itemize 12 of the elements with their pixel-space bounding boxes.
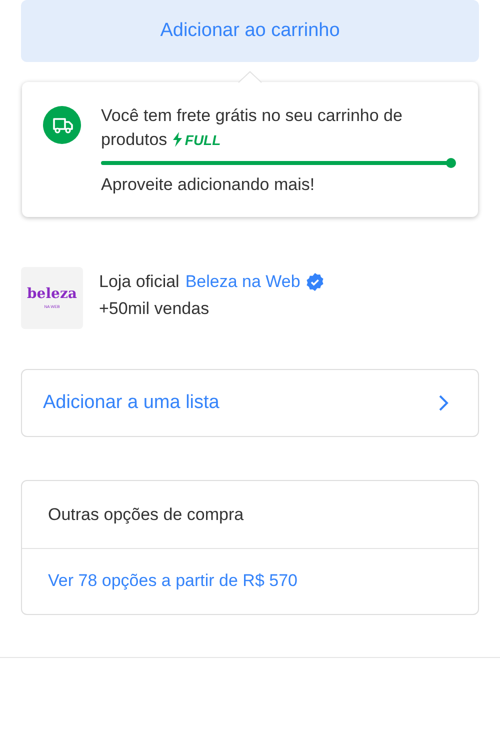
truck-icon	[43, 106, 81, 144]
add-to-list-button[interactable]: Adicionar a uma lista	[21, 369, 479, 437]
card-title: Outras opções de compra	[22, 481, 478, 549]
add-to-cart-button[interactable]: Adicionar ao carrinho	[21, 0, 479, 62]
hint-text: Aproveite adicionando mais!	[101, 175, 316, 195]
chevron-right-icon	[438, 394, 450, 412]
options-link[interactable]: Ver 78 opções a partir de R$ 570	[22, 549, 478, 591]
lightning-icon	[172, 132, 183, 147]
store-link[interactable]: Beleza na Web	[185, 272, 300, 292]
store-label: Loja oficial	[99, 272, 180, 292]
free-shipping-message: Você tem frete grátis no seu carrinho de produtos FULL	[101, 105, 404, 151]
sales-count: +50mil vendas	[99, 299, 210, 319]
